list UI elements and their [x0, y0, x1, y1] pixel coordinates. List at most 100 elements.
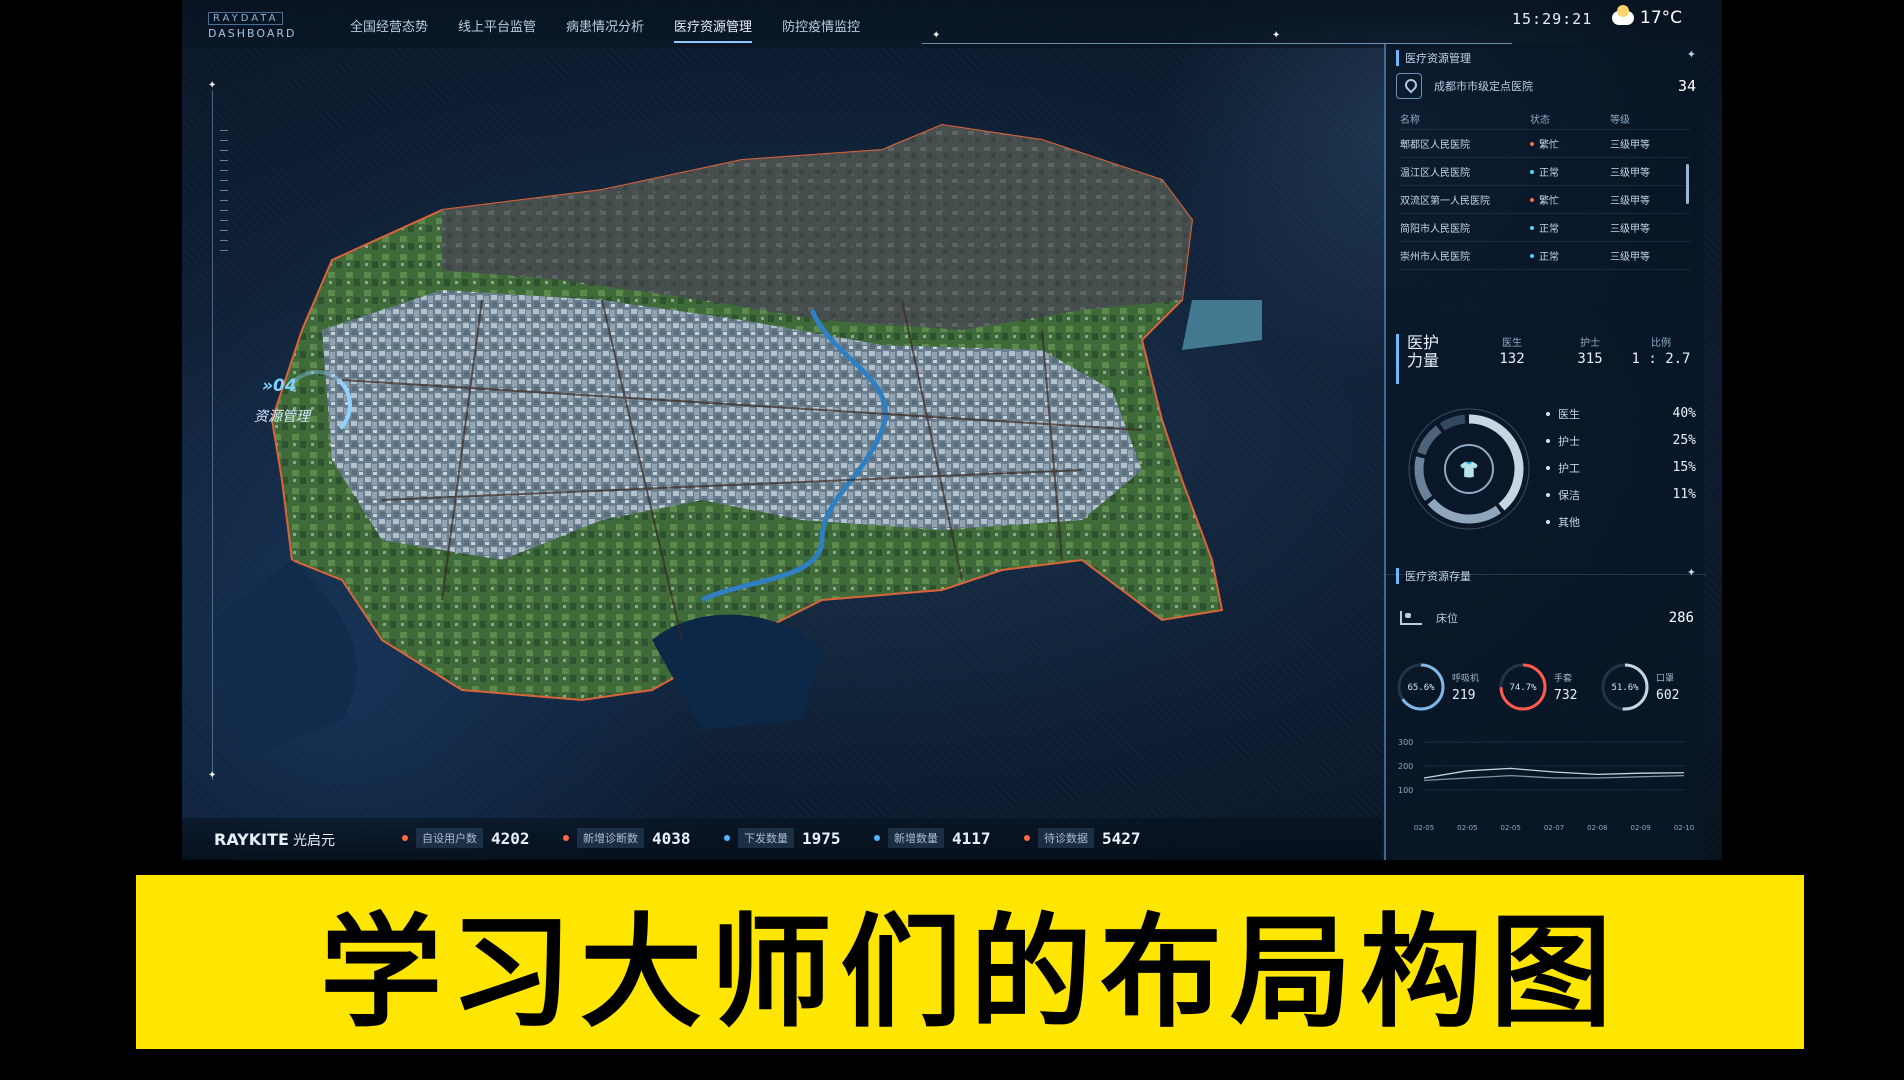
staff-col-nurse: 护士 315 [1565, 334, 1615, 367]
staff-strength: 医护力量 医生 132 护士 315 比例 1 : 2.7 [1396, 334, 1696, 384]
staff-donut-chart[interactable]: 👕 [1404, 404, 1534, 534]
hospital-level: 三级甲等 [1610, 140, 1650, 151]
stat-dot [724, 835, 730, 841]
clock: 15:29:21 [1512, 10, 1593, 28]
staff-col-ratio: 比例 1 : 2.7 [1621, 334, 1701, 367]
stat-label: 待诊数据 [1038, 828, 1094, 848]
donut-segment[interactable] [1427, 498, 1502, 524]
trend-line-chart[interactable]: 300 200 100 02-05 02-05 02-05 02-07 02-08 02-09 0… [1394, 734, 1694, 834]
top-navigation-bar: RAYDATA DASHBOARD 全国经营态势 线上平台监管 病患情况分析 医… [182, 0, 1722, 48]
staff-col-value: 132 [1499, 351, 1525, 367]
ring-gloves[interactable]: 74.7% 手套 732 [1496, 652, 1596, 722]
table-scrollbar[interactable] [1686, 164, 1689, 204]
table-row[interactable]: 郫都区人民医院 繁忙 三级甲等 [1400, 130, 1690, 158]
bed-icon [1400, 611, 1422, 625]
stat-label: 下发数量 [738, 828, 794, 848]
stat-dot [402, 835, 408, 841]
ring-masks[interactable]: 51.6% 口罩 602 [1598, 652, 1698, 722]
main-nav: 全国经营态势 线上平台监管 病患情况分析 医疗资源管理 防控疫情监控 [350, 16, 860, 43]
section-badge[interactable]: »04 资源管理 [222, 370, 352, 446]
hospital-status: 繁忙 [1530, 192, 1610, 207]
stat-item: 新增数量 4117 [874, 828, 1002, 848]
table-row[interactable]: 双流区第一人民医院 繁忙 三级甲等 [1400, 186, 1690, 214]
nav-tab-patients[interactable]: 病患情况分析 [566, 16, 644, 43]
reserve-section-title: 医疗资源存量 [1396, 568, 1471, 584]
bottom-brand: RAYKITE 光启元 [214, 830, 335, 850]
hospital-name: 郫都区人民医院 [1400, 140, 1470, 151]
hospital-summary: 成都市市级定点医院 34 [1396, 66, 1696, 106]
hospital-level: 三级甲等 [1610, 252, 1650, 263]
right-panel: 医疗资源管理 ✦ 成都市市级定点医院 34 名称 状态 等级 郫都区人民医院 繁… [1384, 44, 1706, 860]
expand-icon[interactable]: ✦ [1687, 48, 1696, 61]
hospital-status: 正常 [1530, 220, 1610, 235]
stat-label: 自设用户数 [416, 828, 483, 848]
nav-tab-epidemic[interactable]: 防控疫情监控 [782, 16, 860, 43]
hospital-section-title: 医疗资源管理 [1396, 50, 1471, 66]
x-tick-label: 02-07 [1544, 824, 1564, 832]
table-row[interactable]: 崇州市人民医院 正常 三级甲等 [1400, 242, 1690, 270]
ring-ventilator[interactable]: 65.6% 呼吸机 219 [1394, 652, 1494, 722]
legend-dot [1546, 519, 1550, 524]
donut-legend: 医生 40% 护士 25% 护工 15% 保洁 11% 其他 [1546, 400, 1696, 535]
stat-item: 下发数量 1975 [724, 828, 852, 848]
table-row[interactable]: 简阳市人民医院 正常 三级甲等 [1400, 214, 1690, 242]
legend-dot [1546, 492, 1550, 497]
sparkle-icon: ✦ [208, 80, 217, 91]
stat-list: 自设用户数 4202 新增诊断数 4038 下发数量 1975 新增数量 411… [402, 828, 1152, 848]
stat-item: 自设用户数 4202 [402, 828, 541, 848]
caption-banner: 学习大师们的布局构图 [136, 875, 1804, 1049]
legend-item: 其他 [1546, 508, 1696, 535]
stat-dot [1024, 835, 1030, 841]
x-tick-label: 02-09 [1630, 824, 1650, 832]
nav-tab-operations[interactable]: 全国经营态势 [350, 16, 428, 43]
ring-value: 602 [1656, 688, 1680, 703]
table-header: 状态 [1530, 115, 1550, 126]
donut-segment[interactable] [1414, 456, 1433, 502]
ring-value: 732 [1554, 688, 1578, 703]
donut-segment[interactable] [1439, 414, 1466, 431]
hospital-level: 三级甲等 [1610, 224, 1650, 235]
ring-pct: 65.6% [1407, 683, 1435, 693]
legend-item: 护工 15% [1546, 454, 1696, 481]
sparkle-icon: ✦ [208, 770, 217, 781]
legend-name: 医生 [1558, 407, 1580, 421]
status-text: 繁忙 [1539, 196, 1559, 207]
nav-tab-medical-resources[interactable]: 医疗资源管理 [674, 16, 753, 43]
hospital-name: 崇州市人民医院 [1400, 252, 1470, 263]
bottom-stats-bar: RAYKITE 光启元 自设用户数 4202 新增诊断数 4038 下发数量 19… [182, 818, 1382, 860]
legend-pct: 15% [1672, 460, 1696, 475]
badge-number: »04 [262, 376, 297, 396]
logo-bottom-text: DASHBOARD [208, 27, 297, 40]
x-tick-label: 02-05 [1414, 824, 1434, 832]
hospital-level: 三级甲等 [1610, 168, 1650, 179]
ring-value: 219 [1452, 688, 1476, 703]
staff-col-label: 护士 [1580, 338, 1600, 349]
cloud-sun-icon [1612, 5, 1634, 25]
legend-item: 护士 25% [1546, 427, 1696, 454]
hospital-status: 正常 [1530, 248, 1610, 263]
temperature: 17°C [1640, 8, 1683, 28]
staff-title: 医护力量 [1407, 333, 1440, 370]
nav-tab-platform[interactable]: 线上平台监管 [458, 16, 536, 43]
legend-pct: 25% [1672, 433, 1696, 448]
series-line[interactable] [1423, 774, 1685, 782]
caption-text: 学习大师们的布局构图 [320, 901, 1620, 1044]
stat-item: 待诊数据 5427 [1024, 828, 1152, 848]
y-tick-label: 200 [1398, 762, 1413, 771]
table-row[interactable]: 温江区人民医院 正常 三级甲等 [1400, 158, 1690, 186]
x-tick-label: 02-05 [1500, 824, 1520, 832]
y-tick-label: 100 [1398, 786, 1413, 795]
legend-item: 医生 40% [1546, 400, 1696, 427]
expand-icon[interactable]: ✦ [1687, 566, 1696, 579]
reservoir [652, 614, 822, 730]
x-tick-label: 02-10 [1674, 824, 1694, 832]
legend-name: 护工 [1558, 461, 1580, 475]
status-dot [1530, 141, 1534, 146]
status-text: 繁忙 [1539, 140, 1559, 151]
shirt-icon: 👕 [1459, 460, 1479, 479]
legend-name: 护士 [1558, 434, 1580, 448]
donut-segment[interactable] [1417, 425, 1442, 456]
ring-pct: 74.7% [1509, 683, 1537, 693]
stat-value: 4202 [491, 828, 530, 848]
legend-dot [1546, 438, 1550, 443]
